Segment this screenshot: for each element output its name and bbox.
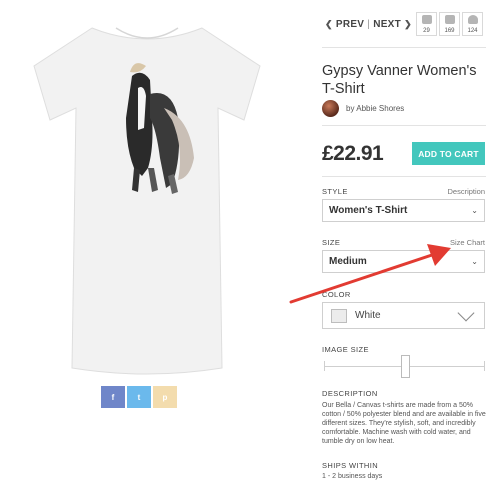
comments-count: 29 xyxy=(423,28,430,34)
product-title: Gypsy Vanner Women's T-Shirt xyxy=(322,63,477,97)
style-label: STYLE xyxy=(322,187,348,196)
likes-stat[interactable]: 169 xyxy=(439,12,460,36)
prev-next-nav: ❮ PREV | NEXT ❯ xyxy=(322,19,415,30)
product-price: £22.91 xyxy=(322,142,384,165)
product-image xyxy=(22,8,272,378)
image-size-slider-thumb[interactable] xyxy=(400,355,410,378)
add-to-cart-button[interactable]: ADD TO CART xyxy=(412,142,485,165)
likes-count: 169 xyxy=(444,28,455,34)
engagement-stats: 29 169 124 xyxy=(416,12,483,36)
divider xyxy=(322,47,486,48)
heart-icon xyxy=(467,15,478,24)
slider-tick xyxy=(484,361,485,371)
like-icon xyxy=(444,15,455,24)
twitter-share-button[interactable]: t xyxy=(127,386,151,408)
ships-within-label: SHIPS WITHIN xyxy=(322,461,379,470)
comment-icon xyxy=(421,15,432,24)
style-select[interactable]: Women's T-Shirt ⌄ xyxy=(322,199,485,222)
pinterest-icon: p xyxy=(162,392,168,402)
color-swatch xyxy=(331,308,347,323)
twitter-icon: t xyxy=(137,392,141,402)
description-text: Our Bella / Canvas t-shirts are made fro… xyxy=(322,402,486,445)
prev-link[interactable]: PREV xyxy=(336,19,364,30)
chevron-right-icon[interactable]: ❯ xyxy=(404,19,412,30)
favorites-count: 124 xyxy=(467,28,478,34)
divider xyxy=(322,176,486,177)
artist-avatar[interactable] xyxy=(322,100,339,117)
comments-stat[interactable]: 29 xyxy=(416,12,437,36)
description-link[interactable]: Description xyxy=(430,187,485,196)
facebook-share-button[interactable]: f xyxy=(101,386,125,408)
share-buttons: f t p xyxy=(101,386,177,408)
style-value: Women's T-Shirt xyxy=(329,205,408,216)
pinterest-share-button[interactable]: p xyxy=(153,386,177,408)
favorites-stat[interactable]: 124 xyxy=(462,12,483,36)
divider xyxy=(322,125,486,126)
chevron-down-icon: ⌄ xyxy=(471,206,478,215)
artist-name[interactable]: by Abbie Shores xyxy=(346,104,404,113)
image-size-label: IMAGE SIZE xyxy=(322,345,369,354)
annotation-arrow xyxy=(289,244,451,304)
nav-separator: | xyxy=(367,19,371,30)
next-link[interactable]: NEXT xyxy=(373,19,401,30)
ships-within-value: 1 - 2 business days xyxy=(322,473,383,480)
facebook-icon: f xyxy=(111,392,115,402)
description-label: DESCRIPTION xyxy=(322,389,378,398)
chevron-left-icon: ❮ xyxy=(325,19,333,29)
artist-byline: by Abbie Shores xyxy=(322,100,404,117)
chevron-down-icon: ⌄ xyxy=(471,257,478,266)
slider-tick xyxy=(324,361,325,371)
color-value: White xyxy=(355,310,381,321)
